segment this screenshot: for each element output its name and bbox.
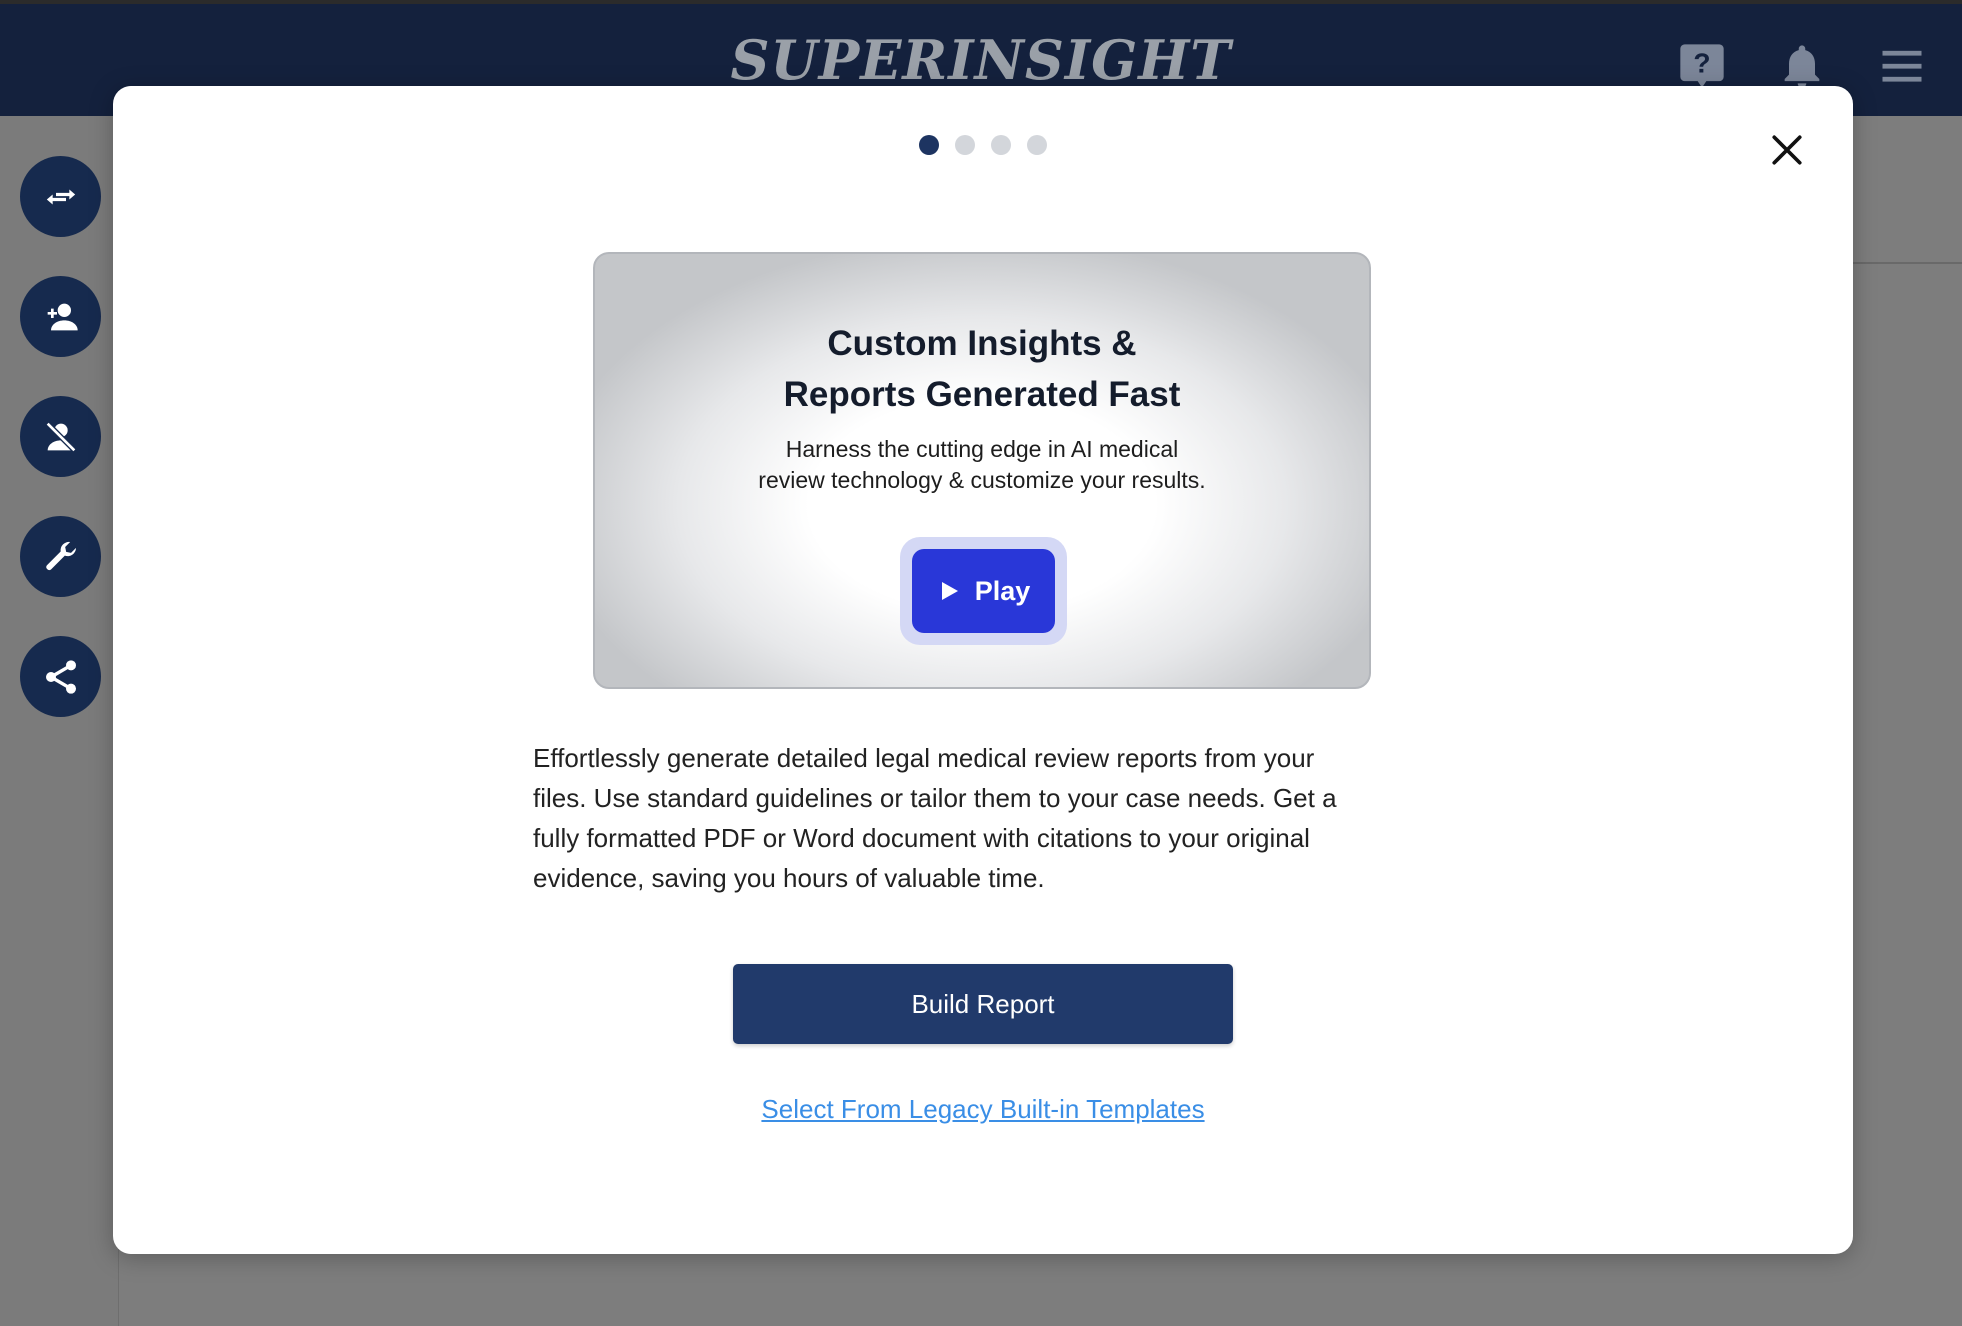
help-icon[interactable]: ? bbox=[1676, 40, 1728, 92]
play-icon bbox=[941, 582, 958, 600]
video-subtitle: Harness the cutting edge in AI medical r… bbox=[758, 436, 1206, 493]
share-icon[interactable] bbox=[20, 636, 101, 717]
background-divider bbox=[1850, 262, 1962, 264]
left-rail bbox=[0, 116, 118, 1326]
build-report-button[interactable]: Build Report bbox=[733, 964, 1233, 1044]
close-icon bbox=[1772, 135, 1802, 165]
add-person-icon[interactable] bbox=[20, 276, 101, 357]
svg-text:?: ? bbox=[1693, 48, 1710, 79]
play-button[interactable]: Play bbox=[912, 549, 1055, 633]
carousel-dot-3[interactable] bbox=[991, 135, 1011, 155]
video-preview: Custom Insights & Reports Generated Fast… bbox=[593, 252, 1371, 689]
carousel-dots bbox=[113, 135, 1853, 155]
close-button[interactable] bbox=[1761, 124, 1813, 176]
carousel-dot-1[interactable] bbox=[919, 135, 939, 155]
play-label: Play bbox=[974, 575, 1031, 606]
brand-logo: SUPERINSIGHT bbox=[730, 28, 1232, 92]
menu-icon[interactable] bbox=[1876, 40, 1928, 92]
swap-arrows-icon[interactable] bbox=[20, 156, 101, 237]
bell-icon[interactable] bbox=[1776, 40, 1828, 92]
play-button-halo: Play bbox=[900, 537, 1067, 645]
video-title: Custom Insights & Reports Generated Fast bbox=[783, 324, 1181, 414]
legacy-templates-link[interactable]: Select From Legacy Built-in Templates bbox=[113, 1094, 1853, 1125]
carousel-dot-2[interactable] bbox=[955, 135, 975, 155]
remove-person-icon[interactable] bbox=[20, 396, 101, 477]
onboarding-modal: Custom Insights & Reports Generated Fast… bbox=[113, 86, 1853, 1254]
wrench-icon[interactable] bbox=[20, 516, 101, 597]
feature-description: Effortlessly generate detailed legal med… bbox=[533, 743, 1337, 893]
carousel-dot-4[interactable] bbox=[1027, 135, 1047, 155]
